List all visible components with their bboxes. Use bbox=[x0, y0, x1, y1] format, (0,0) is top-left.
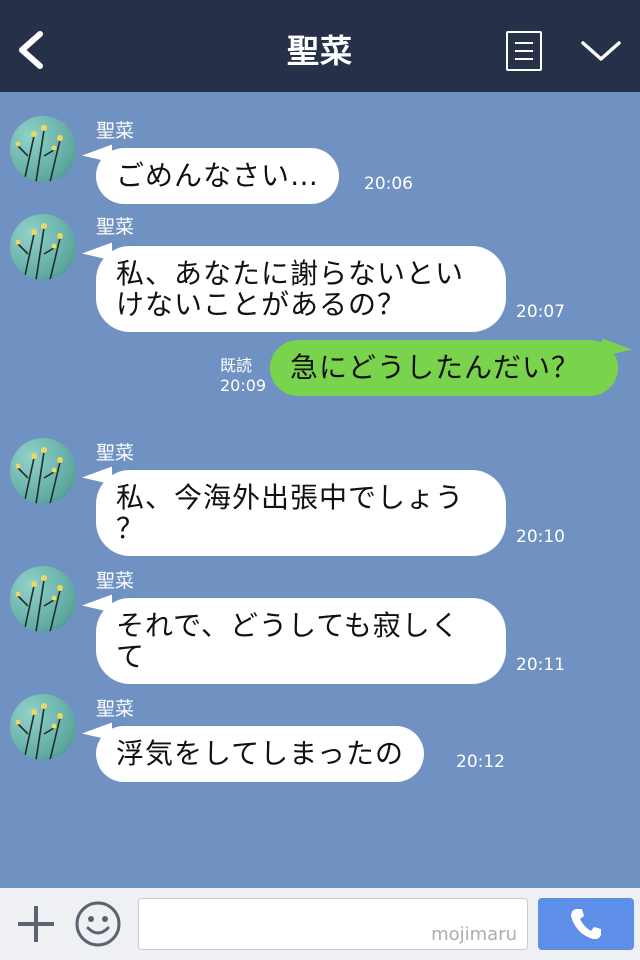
sender-name: 聖菜 bbox=[96, 698, 135, 720]
sender-name: 聖菜 bbox=[96, 120, 135, 142]
chevron-down-icon[interactable] bbox=[580, 38, 622, 64]
watermark: mojimaru bbox=[431, 924, 517, 945]
smile-icon[interactable] bbox=[74, 900, 122, 948]
chat-title: 聖菜 bbox=[286, 32, 353, 70]
message-bubble-outgoing[interactable]: 急にどうしたんだい？ bbox=[270, 340, 618, 396]
avatar[interactable] bbox=[10, 116, 76, 182]
message-bubble[interactable]: それで、どうしても寂しく て bbox=[96, 598, 506, 684]
input-bar: mojimaru bbox=[0, 888, 640, 960]
message-bubble[interactable]: 私、あなたに謝らないとい けないことがあるの？ bbox=[96, 246, 506, 332]
sender-name: 聖菜 bbox=[96, 442, 135, 464]
message-bubble[interactable]: 私、今海外出張中でしょう ？ bbox=[96, 470, 506, 556]
message-input[interactable]: mojimaru bbox=[138, 898, 528, 950]
avatar[interactable] bbox=[10, 214, 76, 280]
chat-header: 聖菜 bbox=[0, 0, 640, 92]
avatar[interactable] bbox=[10, 566, 76, 632]
plus-icon[interactable] bbox=[14, 902, 58, 946]
message-bubble[interactable]: 浮気をしてしまったの bbox=[96, 726, 425, 782]
message-time: 20:06 bbox=[364, 174, 413, 194]
sender-name: 聖菜 bbox=[96, 570, 135, 592]
sender-name: 聖菜 bbox=[96, 216, 135, 238]
chat-area[interactable]: 聖菜 ごめんなさい… 20:06 聖菜 私、あなたに謝らないとい けないことがあ… bbox=[0, 92, 640, 888]
message-time: 20:12 bbox=[456, 752, 505, 772]
message-time: 20:07 bbox=[516, 302, 565, 322]
message-bubble[interactable]: ごめんなさい… bbox=[96, 148, 340, 204]
phone-icon bbox=[571, 909, 601, 940]
message-time: 20:09 bbox=[220, 376, 267, 395]
avatar[interactable] bbox=[10, 438, 76, 504]
call-button[interactable] bbox=[538, 898, 634, 950]
message-time: 20:11 bbox=[516, 655, 565, 675]
message-time: 20:10 bbox=[516, 527, 565, 547]
read-receipt: 既読 20:09 bbox=[220, 356, 266, 396]
read-label: 既読 bbox=[220, 356, 253, 375]
menu-icon[interactable] bbox=[506, 31, 542, 71]
avatar[interactable] bbox=[10, 694, 76, 760]
